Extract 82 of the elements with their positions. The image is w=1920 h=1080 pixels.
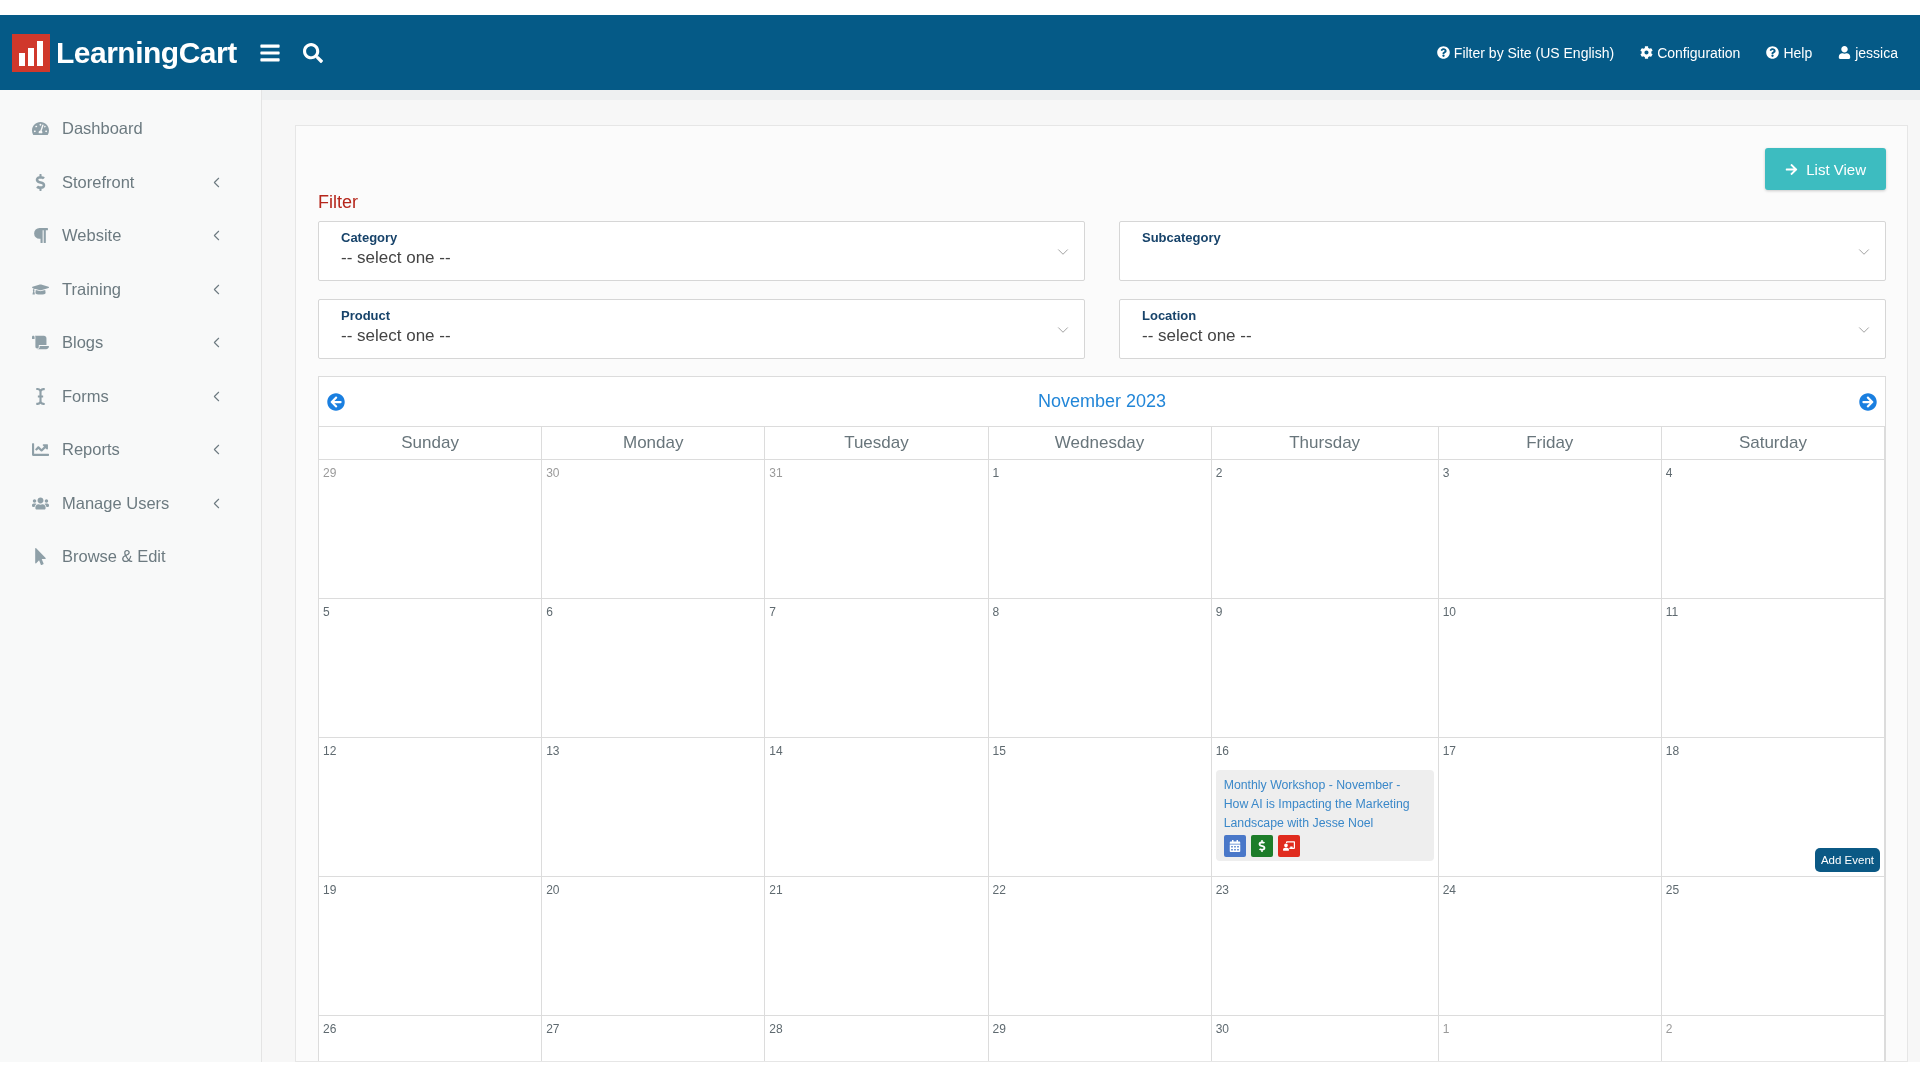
weekday-header: Thursday xyxy=(1211,427,1439,460)
day-number: 16 xyxy=(1215,744,1229,758)
weekday-header: Monday xyxy=(542,427,766,460)
day-number: 1 xyxy=(1442,1022,1450,1036)
day-number: 25 xyxy=(1665,883,1680,897)
presentation-icon[interactable] xyxy=(1277,835,1300,857)
day-number: 22 xyxy=(992,883,1006,897)
day-number: 19 xyxy=(323,883,337,897)
sidebar-item[interactable]: Browse & Edit xyxy=(0,530,261,584)
logo-text: LearningCart xyxy=(56,35,237,70)
header-link[interactable]: Configuration xyxy=(1640,44,1741,61)
sidebar-item[interactable]: Storefront xyxy=(0,155,261,209)
day-number: 2 xyxy=(1215,466,1223,480)
day-number: 30 xyxy=(546,466,560,480)
day-number: 5 xyxy=(323,605,330,619)
calendar-icon[interactable] xyxy=(1223,835,1246,857)
scroll-icon xyxy=(32,334,49,352)
day-number: 30 xyxy=(1215,1022,1229,1036)
day-number: 14 xyxy=(769,744,783,758)
day-number: 4 xyxy=(1665,466,1673,480)
day-number: 18 xyxy=(1665,744,1680,758)
sidebar-item[interactable]: Blogs xyxy=(0,316,261,370)
select-field[interactable]: Product -- select one -- xyxy=(318,299,1085,359)
day-number: 6 xyxy=(546,605,553,619)
day-number: 11 xyxy=(1665,605,1679,619)
next-month-button[interactable] xyxy=(1859,392,1877,411)
paragraph-icon xyxy=(32,227,49,245)
logo-icon xyxy=(12,33,50,72)
day-number: 26 xyxy=(323,1022,337,1036)
day-number: 29 xyxy=(992,1022,1006,1036)
day-number: 29 xyxy=(323,466,337,480)
sidebar-item[interactable]: Website xyxy=(0,209,261,263)
dollar-icon[interactable] xyxy=(1250,835,1273,857)
month-title: November 2023 xyxy=(1037,391,1167,412)
user-icon xyxy=(1838,46,1852,59)
select-field[interactable]: Category -- select one -- xyxy=(318,221,1085,281)
pointer-icon xyxy=(32,548,49,566)
search-button[interactable] xyxy=(302,42,323,63)
header-link[interactable]: Filter by Site (US English) xyxy=(1436,44,1615,61)
list-view-button[interactable]: List View xyxy=(1765,148,1886,190)
help-icon xyxy=(1766,46,1780,59)
day-number: 17 xyxy=(1442,744,1456,758)
day-number: 28 xyxy=(769,1022,783,1036)
select-field[interactable]: Location -- select one -- xyxy=(1119,299,1886,359)
day-number: 3 xyxy=(1442,466,1450,480)
day-number: 31 xyxy=(769,466,783,480)
arrow-icon xyxy=(1785,162,1799,176)
day-number: 8 xyxy=(992,605,1000,619)
filter-heading: Filter xyxy=(318,192,359,213)
weekday-header: Saturday xyxy=(1661,427,1885,460)
day-number: 20 xyxy=(546,883,560,897)
sidebar-item[interactable]: Manage Users xyxy=(0,476,261,530)
gauge-icon xyxy=(32,120,49,138)
header-link[interactable]: jessica xyxy=(1838,44,1898,61)
day-number: 12 xyxy=(323,744,337,758)
day-number: 23 xyxy=(1215,883,1229,897)
day-number: 24 xyxy=(1442,883,1456,897)
weekday-header: Wednesday xyxy=(988,427,1212,460)
weekday-header: Sunday xyxy=(319,427,543,460)
help-icon xyxy=(1436,46,1450,59)
day-number: 21 xyxy=(769,883,783,897)
sidebar-item[interactable]: Reports xyxy=(0,423,261,477)
day-number: 27 xyxy=(546,1022,560,1036)
day-number: 1 xyxy=(992,466,1000,480)
weekday-header: Friday xyxy=(1438,427,1662,460)
sidebar-item[interactable]: Forms xyxy=(0,369,261,423)
day-number: 2 xyxy=(1665,1022,1673,1036)
line-chart-icon xyxy=(32,441,49,459)
day-number: 9 xyxy=(1215,605,1223,619)
event-link[interactable]: Monthly Workshop - November - How AI is Impacting the Marketing Landscape with Jesse Noel xyxy=(1223,776,1426,833)
add-event-button[interactable]: Add Event xyxy=(1814,848,1880,872)
day-number: 10 xyxy=(1442,605,1456,619)
previous-month-button[interactable] xyxy=(327,392,345,411)
day-number: 7 xyxy=(769,605,776,619)
sidebar-item[interactable]: Training xyxy=(0,262,261,316)
select-field[interactable]: Subcategory xyxy=(1119,221,1886,281)
weekday-header: Tuesday xyxy=(765,427,989,460)
header-link[interactable]: Help xyxy=(1766,44,1813,61)
sidebar-item[interactable]: Dashboard xyxy=(0,102,261,156)
day-number: 15 xyxy=(992,744,1006,758)
settings-icon xyxy=(1640,46,1654,59)
day-number: 13 xyxy=(546,744,560,758)
